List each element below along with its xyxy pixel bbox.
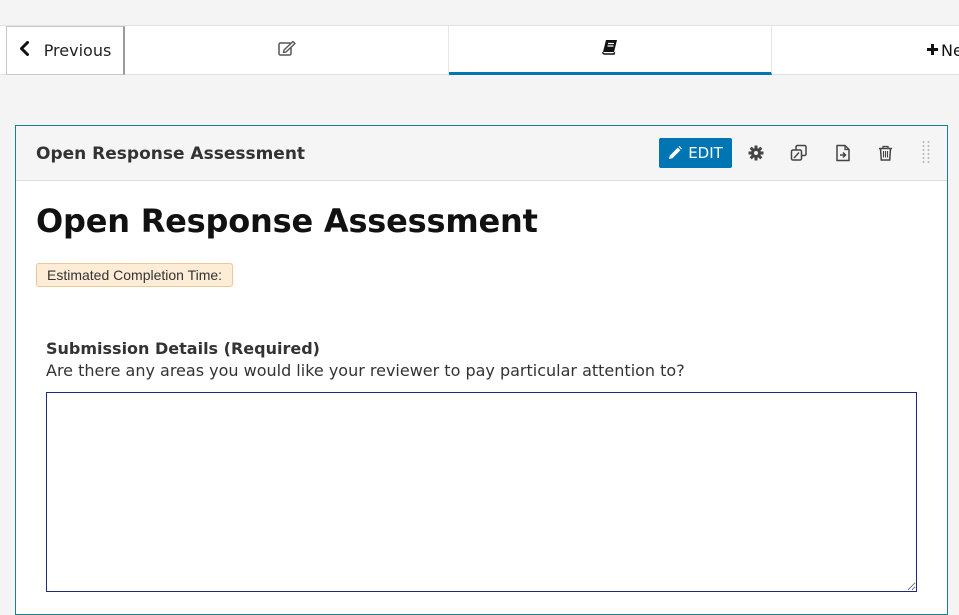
drag-handle[interactable] xyxy=(916,140,936,166)
edit-button[interactable]: EDIT xyxy=(659,138,732,168)
new-label: Ne xyxy=(941,40,959,60)
drag-handle-icon xyxy=(922,141,930,163)
gear-icon xyxy=(748,145,764,161)
submission-textarea[interactable] xyxy=(46,392,917,592)
tab-problem[interactable] xyxy=(125,26,449,74)
previous-label: Previous xyxy=(43,41,112,60)
move-button[interactable] xyxy=(833,143,853,163)
estimated-time-badge: Estimated Completion Time: xyxy=(36,263,234,287)
tab-reading[interactable] xyxy=(449,26,772,75)
duplicate-icon xyxy=(790,144,807,161)
move-icon xyxy=(836,144,850,162)
new-unit-button[interactable]: Ne xyxy=(772,26,959,74)
edit-icon xyxy=(277,40,296,60)
settings-button[interactable] xyxy=(746,143,766,163)
sequence-nav: Previous Ne xyxy=(0,25,959,75)
previous-button[interactable]: Previous xyxy=(6,26,125,75)
chevron-left-icon xyxy=(19,40,30,61)
xblock-header-title: Open Response Assessment xyxy=(36,144,306,164)
duplicate-button[interactable] xyxy=(789,143,809,163)
submission-label: Submission Details (Required) xyxy=(46,339,320,358)
trash-icon xyxy=(878,145,892,161)
assessment-heading: Open Response Assessment xyxy=(36,202,538,240)
xblock-header: Open Response Assessment EDIT xyxy=(16,126,947,181)
edit-label: EDIT xyxy=(688,144,723,162)
xblock-card: Open Response Assessment EDIT Open Respo… xyxy=(15,125,948,615)
submission-prompt: Are there any areas you would like your … xyxy=(46,361,685,380)
plus-icon xyxy=(926,40,939,61)
pencil-icon xyxy=(669,146,683,159)
book-icon xyxy=(602,39,618,59)
delete-button[interactable] xyxy=(875,143,895,163)
